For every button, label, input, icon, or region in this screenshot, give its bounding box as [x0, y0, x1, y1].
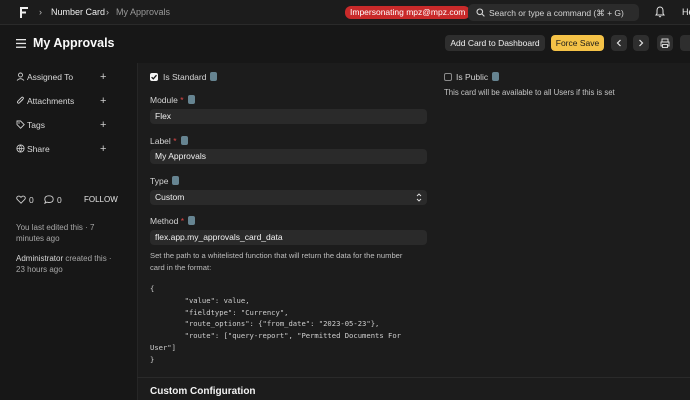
print-button[interactable] [657, 35, 673, 51]
navbar: › Number Card › My Approvals Impersonati… [0, 0, 690, 25]
more-button[interactable] [680, 35, 690, 51]
add-share-button[interactable]: + [100, 143, 106, 155]
is-public-description: This card will be available to all Users… [444, 88, 615, 97]
module-label-text: Module [150, 95, 178, 105]
help-icon[interactable] [172, 176, 180, 185]
method-field[interactable]: flex.app.my_approvals_card_data [150, 230, 427, 245]
menu-icon[interactable] [16, 39, 26, 48]
chevron-left-icon [616, 39, 621, 47]
add-attachment-button[interactable]: + [100, 95, 106, 107]
help-icon[interactable] [210, 72, 218, 81]
heart-icon[interactable] [16, 195, 26, 204]
paperclip-icon [17, 96, 24, 104]
method-description-line1: Set the path to a whitelisted function t… [150, 251, 403, 260]
method-label: Method * [150, 216, 196, 226]
custom-configuration-heading: Custom Configuration [150, 386, 256, 397]
next-button[interactable] [633, 35, 649, 51]
chevron-right-icon: › [39, 7, 42, 17]
created-by-user[interactable]: Administrator [16, 254, 63, 263]
search-placeholder: Search or type a command (⌘ + G) [489, 8, 624, 18]
type-selected-value: Custom [155, 192, 185, 202]
add-tag-button[interactable]: + [100, 119, 106, 131]
module-label: Module * [150, 95, 195, 105]
method-label-text: Method [150, 216, 179, 226]
follow-button[interactable]: FOLLOW [84, 195, 118, 204]
method-description-line2: card in the format: [150, 263, 212, 272]
help-icon[interactable] [187, 95, 195, 104]
force-save-button[interactable]: Force Save [551, 35, 604, 51]
like-count: 0 [29, 195, 34, 205]
user-menu[interactable]: He [682, 7, 690, 17]
sidebar-item-label: Share [27, 144, 50, 154]
add-card-to-dashboard-button[interactable]: Add Card to Dashboard [445, 35, 545, 51]
label-label-text: Label [150, 136, 171, 146]
label-label: Label * [150, 136, 188, 146]
module-field[interactable]: Flex [150, 109, 427, 124]
impersonating-badge[interactable]: Impersonating mpz@mpz.com [345, 6, 471, 19]
help-icon[interactable] [492, 72, 500, 81]
help-icon[interactable] [188, 216, 196, 225]
previous-button[interactable] [611, 35, 627, 51]
last-edited-text: You last edited this · 7 minutes ago [16, 223, 95, 243]
required-asterisk: * [180, 216, 185, 226]
created-text: Administrator created this · 23 hours ag… [16, 253, 121, 275]
user-icon [16, 72, 25, 81]
checkmark-icon [151, 74, 157, 80]
is-standard-label: Is Standard [163, 72, 218, 82]
breadcrumb-my-approvals[interactable]: My Approvals [116, 7, 170, 17]
sidebar-item-label: Attachments [27, 96, 75, 106]
search-input[interactable]: Search or type a command (⌘ + G) [468, 4, 639, 21]
is-public-label-text: Is Public [456, 72, 489, 82]
is-public-checkbox[interactable] [444, 73, 452, 81]
type-label-text: Type [150, 176, 169, 186]
help-icon[interactable] [180, 136, 188, 145]
activity-counts: 0 0 FOLLOW [16, 194, 121, 206]
method-code-example: { "value": value, "fieldtype": "Currency… [150, 284, 401, 364]
required-asterisk: * [180, 95, 184, 105]
comment-count: 0 [57, 195, 62, 205]
chevron-right-icon: › [106, 7, 109, 17]
sidebar-item-label: Assigned To [27, 72, 74, 82]
tag-icon [16, 120, 25, 129]
app-logo-icon[interactable] [19, 6, 29, 19]
add-assignment-button[interactable]: + [100, 71, 106, 83]
bell-icon[interactable] [655, 6, 665, 18]
breadcrumb-number-card[interactable]: Number Card [51, 7, 105, 17]
type-select[interactable]: Custom [150, 190, 427, 205]
is-standard-label-text: Is Standard [163, 72, 207, 82]
is-standard-checkbox[interactable] [150, 73, 158, 81]
chevron-right-icon [639, 39, 644, 47]
share-icon [16, 144, 25, 153]
label-field[interactable]: My Approvals [150, 149, 427, 164]
printer-icon [660, 38, 670, 48]
required-asterisk: * [173, 136, 177, 146]
type-label: Type [150, 176, 180, 186]
search-icon [476, 8, 485, 17]
sidebar-item-label: Tags [27, 120, 45, 130]
section-divider [137, 377, 690, 378]
select-arrows-icon [416, 193, 422, 202]
comment-icon[interactable] [44, 195, 54, 204]
page-title: My Approvals [33, 36, 115, 50]
is-public-label: Is Public [456, 72, 500, 82]
